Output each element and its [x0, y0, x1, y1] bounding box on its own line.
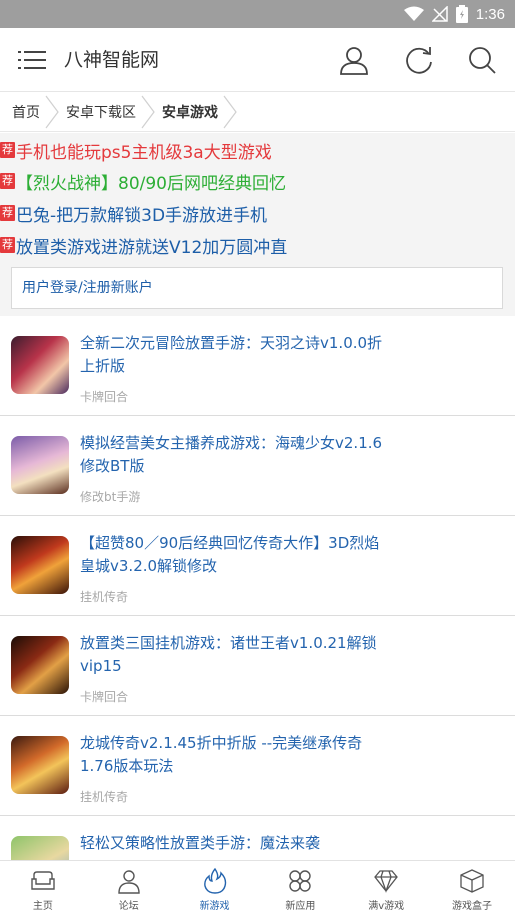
recommend-badge: 荐 [0, 142, 15, 158]
breadcrumb-home[interactable]: 首页 [12, 92, 66, 132]
game-thumbnail[interactable] [11, 436, 69, 494]
recommend-badge: 荐 [0, 237, 15, 253]
flame-icon [203, 867, 226, 894]
search-icon[interactable] [466, 44, 498, 76]
game-thumbnail[interactable] [11, 736, 69, 794]
game-thumbnail[interactable] [11, 336, 69, 394]
promo-link[interactable]: 荐 手机也能玩ps5主机级3a大型游戏 [0, 137, 272, 163]
tab-vip-games[interactable]: 满v游戏 [343, 861, 429, 915]
list-item[interactable]: 全新二次元冒险放置手游：天羽之诗v1.0.0折上折版 卡牌回合 [0, 316, 515, 416]
battery-icon [455, 5, 468, 23]
tab-new-games[interactable]: 新游戏 [172, 861, 258, 915]
tab-game-box[interactable]: 游戏盒子 [429, 861, 515, 915]
game-category: 修改bt手游 [80, 490, 141, 504]
tab-new-apps[interactable]: 新应用 [257, 861, 343, 915]
app-title: 八神智能网 [64, 49, 160, 71]
promo-text[interactable]: 【烈火战神】80/90后网吧经典回忆 [16, 169, 286, 194]
promo-link[interactable]: 荐 放置类游戏进游就送V12加万圆冲直 [0, 232, 287, 258]
game-title[interactable]: 放置类三国挂机游戏：诸世王者v1.0.21解锁vip15 [80, 632, 390, 678]
person-icon [118, 870, 140, 894]
chevron-right-icon [141, 95, 155, 128]
promo-text[interactable]: 手机也能玩ps5主机级3a大型游戏 [16, 138, 272, 163]
game-category: 卡牌回合 [80, 690, 129, 704]
breadcrumb-android-games[interactable]: 安卓游戏 [162, 92, 244, 132]
app-header: 八神智能网 [0, 28, 515, 92]
menu-icon[interactable] [18, 46, 46, 74]
tab-forum[interactable]: 论坛 [86, 861, 172, 915]
game-thumbnail[interactable] [11, 536, 69, 594]
recommend-badge: 荐 [0, 205, 15, 221]
game-title[interactable]: 【超赞80／90后经典回忆传奇大作】3D烈焰皇城v3.2.0解锁修改 [80, 532, 390, 578]
promo-text[interactable]: 放置类游戏进游就送V12加万圆冲直 [16, 233, 287, 258]
game-title[interactable]: 轻松又策略性放置类手游：魔法来袭 [80, 832, 390, 855]
wifi-icon [403, 6, 424, 21]
chevron-right-icon [223, 95, 237, 128]
status-icons: 1:36 [403, 4, 505, 24]
list-item[interactable]: 【超赞80／90后经典回忆传奇大作】3D烈焰皇城v3.2.0解锁修改 挂机传奇 [0, 516, 515, 616]
game-title[interactable]: 龙城传奇v2.1.45折中折版 --完美继承传奇1.76版本玩法 [80, 732, 390, 778]
game-title[interactable]: 模拟经营美女主播养成游戏：海魂少女v2.1.6修改BT版 [80, 432, 390, 478]
user-icon[interactable] [338, 44, 370, 76]
status-time: 1:36 [475, 5, 505, 23]
box-icon [460, 869, 484, 893]
breadcrumb: 首页 安卓下载区 安卓游戏 [0, 92, 515, 132]
list-item[interactable]: 龙城传奇v2.1.45折中折版 --完美继承传奇1.76版本玩法 挂机传奇 [0, 716, 515, 816]
game-category: 卡牌回合 [80, 390, 129, 404]
diamond-icon [374, 870, 399, 893]
chevron-right-icon [45, 95, 59, 128]
promo-text[interactable]: 巴兔-把万款解锁3D手游放进手机 [16, 201, 267, 226]
no-signal-icon [431, 6, 448, 22]
game-thumbnail[interactable] [11, 636, 69, 694]
promo-area: 荐 手机也能玩ps5主机级3a大型游戏 荐 【烈火战神】80/90后网吧经典回忆… [0, 133, 515, 316]
game-category: 挂机传奇 [80, 590, 129, 604]
refresh-icon[interactable] [403, 44, 435, 76]
game-category: 挂机传奇 [80, 790, 129, 804]
login-register-link[interactable]: 用户登录/注册新账户 [11, 267, 503, 309]
game-title[interactable]: 全新二次元冒险放置手游：天羽之诗v1.0.0折上折版 [80, 332, 390, 378]
tab-home[interactable]: 主页 [0, 861, 86, 915]
grid-icon [289, 870, 312, 892]
breadcrumb-android-download[interactable]: 安卓下载区 [66, 92, 162, 132]
promo-link[interactable]: 荐 巴兔-把万款解锁3D手游放进手机 [0, 200, 267, 226]
list-item[interactable]: 轻松又策略性放置类手游：魔法来袭 [0, 816, 515, 894]
list-item[interactable]: 放置类三国挂机游戏：诸世王者v1.0.21解锁vip15 卡牌回合 [0, 616, 515, 716]
status-bar: 1:36 [0, 0, 515, 28]
list-item[interactable]: 模拟经营美女主播养成游戏：海魂少女v2.1.6修改BT版 修改bt手游 [0, 416, 515, 516]
bottom-tab-bar: 主页 论坛 新游戏 新应用 满v游戏 游戏盒子 [0, 860, 515, 915]
sofa-icon [31, 871, 55, 890]
recommend-badge: 荐 [0, 173, 15, 189]
promo-link[interactable]: 荐 【烈火战神】80/90后网吧经典回忆 [0, 168, 286, 194]
